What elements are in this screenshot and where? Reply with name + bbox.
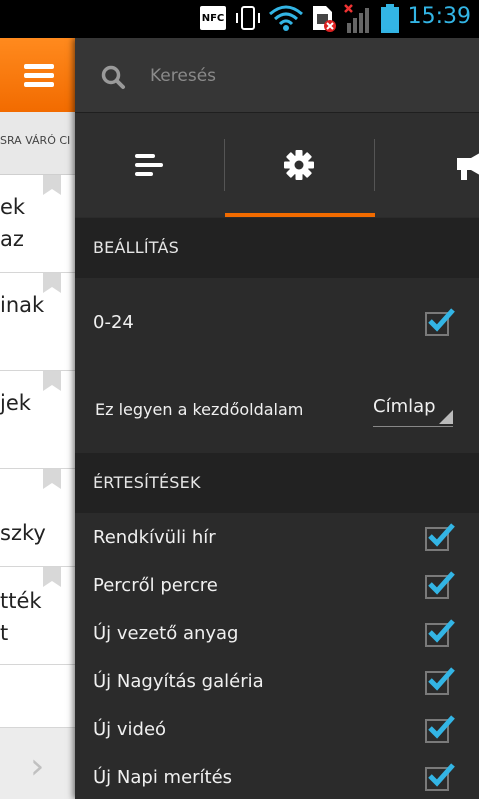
- settings-section-header: BEÁLLÍTÁS: [75, 218, 479, 278]
- vibrate-icon: [236, 6, 260, 30]
- article-title-line: tték: [0, 589, 42, 613]
- article-title: ek az: [0, 191, 25, 255]
- active-tab-indicator: [225, 213, 375, 217]
- article-item[interactable]: tték t: [0, 567, 75, 665]
- article-item[interactable]: ek az: [0, 175, 75, 273]
- nfc-icon: NFC: [200, 6, 226, 30]
- check-icon: [428, 619, 455, 643]
- homepage-select[interactable]: Címlap: [373, 394, 453, 427]
- tab-settings[interactable]: [225, 113, 373, 217]
- always-on-label: 0-24: [93, 312, 134, 333]
- article-title-line: inak: [0, 293, 45, 317]
- search-input[interactable]: [148, 60, 452, 92]
- article-title-line: t: [0, 621, 9, 645]
- notifications-section-header: ÉRTESÍTÉSEK: [75, 453, 479, 513]
- check-icon: [428, 667, 455, 691]
- bookmark-icon[interactable]: [43, 273, 61, 293]
- notification-label: Percről percre: [93, 575, 218, 596]
- article-item[interactable]: inak: [0, 273, 75, 371]
- hamburger-icon-line: [24, 82, 54, 87]
- check-icon: [428, 715, 455, 739]
- settings-drawer: BEÁLLÍTÁS 0-24 Ez legyen a kezdőoldalam …: [75, 38, 479, 799]
- category-tab-label: SRA VÁRÓ CI: [0, 134, 71, 147]
- notification-checkbox[interactable]: [425, 763, 455, 791]
- always-on-checkbox[interactable]: [425, 308, 455, 336]
- article-item[interactable]: szky: [0, 469, 75, 567]
- article-list-pane: SRA VÁRÓ CI ek az inak jek szky tték t ›: [0, 38, 75, 799]
- clock: 15:39: [407, 4, 471, 29]
- notification-label: Új videó: [93, 719, 167, 740]
- wifi-icon: [269, 5, 303, 31]
- article-title-line: jek: [0, 391, 31, 415]
- hamburger-icon: [24, 64, 54, 69]
- menu-button[interactable]: [0, 38, 75, 112]
- article-title: inak: [0, 289, 44, 321]
- notification-label: Rendkívüli hír: [93, 527, 216, 548]
- search-bar: [75, 38, 479, 113]
- section-title: BEÁLLÍTÁS: [93, 238, 180, 257]
- article-title: jek: [0, 387, 31, 419]
- article-item[interactable]: jek: [0, 371, 75, 469]
- dropdown-caret-icon: [439, 410, 453, 424]
- sim-card-error-icon: [313, 6, 336, 32]
- list-icon: [135, 154, 163, 176]
- tab-list[interactable]: [75, 113, 223, 217]
- notification-checkbox[interactable]: [425, 523, 455, 551]
- article-item[interactable]: [0, 665, 75, 728]
- tab-notifications[interactable]: [375, 113, 479, 217]
- check-icon: [428, 308, 455, 332]
- article-title-line: szky: [0, 521, 46, 545]
- section-title: ÉRTESÍTÉSEK: [93, 473, 201, 492]
- notification-label: Új Napi merítés: [93, 767, 233, 788]
- notification-checkbox[interactable]: [425, 619, 455, 647]
- check-icon: [428, 523, 455, 547]
- check-icon: [428, 571, 455, 595]
- battery-icon: [381, 4, 399, 33]
- bookmark-icon[interactable]: [43, 469, 61, 489]
- article-title: szky: [0, 517, 46, 549]
- gear-icon: [284, 150, 314, 180]
- category-tab[interactable]: SRA VÁRÓ CI: [0, 112, 75, 175]
- notification-checkbox[interactable]: [425, 571, 455, 599]
- notification-checkbox[interactable]: [425, 667, 455, 695]
- notification-checkbox[interactable]: [425, 715, 455, 743]
- homepage-label: Ez legyen a kezdőoldalam: [95, 400, 304, 419]
- no-signal-icon: [344, 4, 369, 33]
- article-title-line: ek: [0, 195, 26, 219]
- pager-footer: ›: [0, 728, 75, 799]
- status-bar: NFC 15:39: [0, 0, 479, 38]
- bookmark-icon[interactable]: [43, 175, 61, 195]
- article-title: tték t: [0, 585, 42, 649]
- megaphone-icon: [457, 153, 479, 180]
- drawer-tabs: [75, 113, 479, 217]
- hamburger-icon-line: [24, 73, 54, 78]
- search-icon[interactable]: [101, 65, 127, 91]
- notification-label: Új vezető anyag: [93, 623, 239, 644]
- homepage-select-value: Címlap: [373, 396, 436, 417]
- notification-label: Új Nagyítás galéria: [93, 671, 264, 692]
- check-icon: [428, 763, 455, 787]
- bookmark-icon[interactable]: [43, 371, 61, 391]
- chevron-right-icon[interactable]: ›: [30, 746, 44, 787]
- article-title-line: az: [0, 227, 24, 251]
- bookmark-icon[interactable]: [43, 567, 61, 587]
